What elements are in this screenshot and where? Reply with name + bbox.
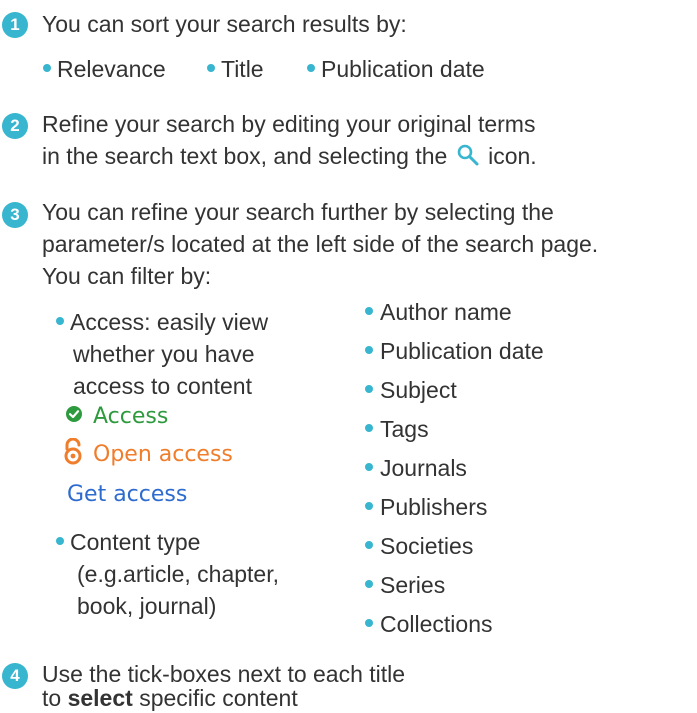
step-2-text-after: icon.	[488, 143, 537, 169]
bullet-dot	[365, 541, 373, 549]
step-1-badge: 1	[2, 12, 28, 38]
step-3-text-line-1: You can refine your search further by se…	[42, 199, 554, 225]
step-2-text-before: in the search text box, and selecting th…	[42, 143, 448, 169]
filter-author-name: Author name	[380, 299, 512, 325]
bullet-dot	[207, 64, 215, 72]
step-4-badge: 4	[2, 663, 28, 689]
bullet-dot	[365, 385, 373, 393]
bullet-dot	[365, 580, 373, 588]
filter-societies: Societies	[380, 533, 474, 559]
bullet-dot	[365, 619, 373, 627]
step-4-text-after: specific content	[139, 685, 298, 711]
filter-collections: Collections	[380, 611, 493, 637]
filter-access-line-3: access to content	[73, 373, 252, 399]
filter-content-type-line-1: Content type	[70, 529, 201, 555]
bullet-dot	[365, 502, 373, 510]
filter-journals: Journals	[380, 455, 467, 481]
step-4-text-before: to	[42, 685, 62, 711]
bullet-dot	[365, 307, 373, 315]
sort-option-title: Title	[221, 56, 264, 82]
filter-publication-date: Publication date	[380, 338, 544, 364]
filter-subject: Subject	[380, 377, 457, 403]
bullet-dot	[56, 317, 64, 325]
step-2-text-line-2: in the search text box, and selecting th…	[42, 141, 537, 171]
filter-series: Series	[380, 572, 446, 598]
step-2-badge: 2	[2, 113, 28, 139]
bullet-dot	[365, 346, 373, 354]
filter-access-line-1: Access: easily view	[70, 309, 269, 335]
filter-content-type-line-2: (e.g.article, chapter,	[77, 561, 279, 587]
step-3-text-line-3: You can filter by:	[42, 263, 212, 289]
sort-option-relevance: Relevance	[57, 56, 166, 82]
status-open-access: Open access	[93, 442, 233, 467]
step-2-text-line-1: Refine your search by editing your origi…	[42, 111, 536, 137]
step-1-text: You can sort your search results by:	[42, 11, 407, 37]
status-access: Access	[93, 404, 169, 429]
bullet-dot	[56, 537, 64, 545]
filter-publishers: Publishers	[380, 494, 488, 520]
status-get-access-link[interactable]: Get access	[67, 480, 187, 510]
open-lock-icon	[64, 438, 82, 465]
filter-tags: Tags	[380, 416, 429, 442]
step-4-text-line-2: to select specific content	[42, 683, 298, 713]
search-icon	[457, 144, 479, 166]
bullet-dot	[43, 64, 51, 72]
bullet-dot	[365, 424, 373, 432]
filter-content-type-line-3: book, journal)	[77, 593, 217, 619]
step-3-badge: 3	[2, 202, 28, 228]
bullet-dot	[307, 64, 315, 72]
sort-option-publication-date: Publication date	[321, 56, 485, 82]
bullet-dot	[365, 463, 373, 471]
check-circle-icon	[66, 406, 82, 422]
step-4-text-bold: select	[67, 685, 133, 711]
filter-access-line-2: whether you have	[73, 341, 255, 367]
step-3-text-line-2: parameter/s located at the left side of …	[42, 231, 599, 257]
